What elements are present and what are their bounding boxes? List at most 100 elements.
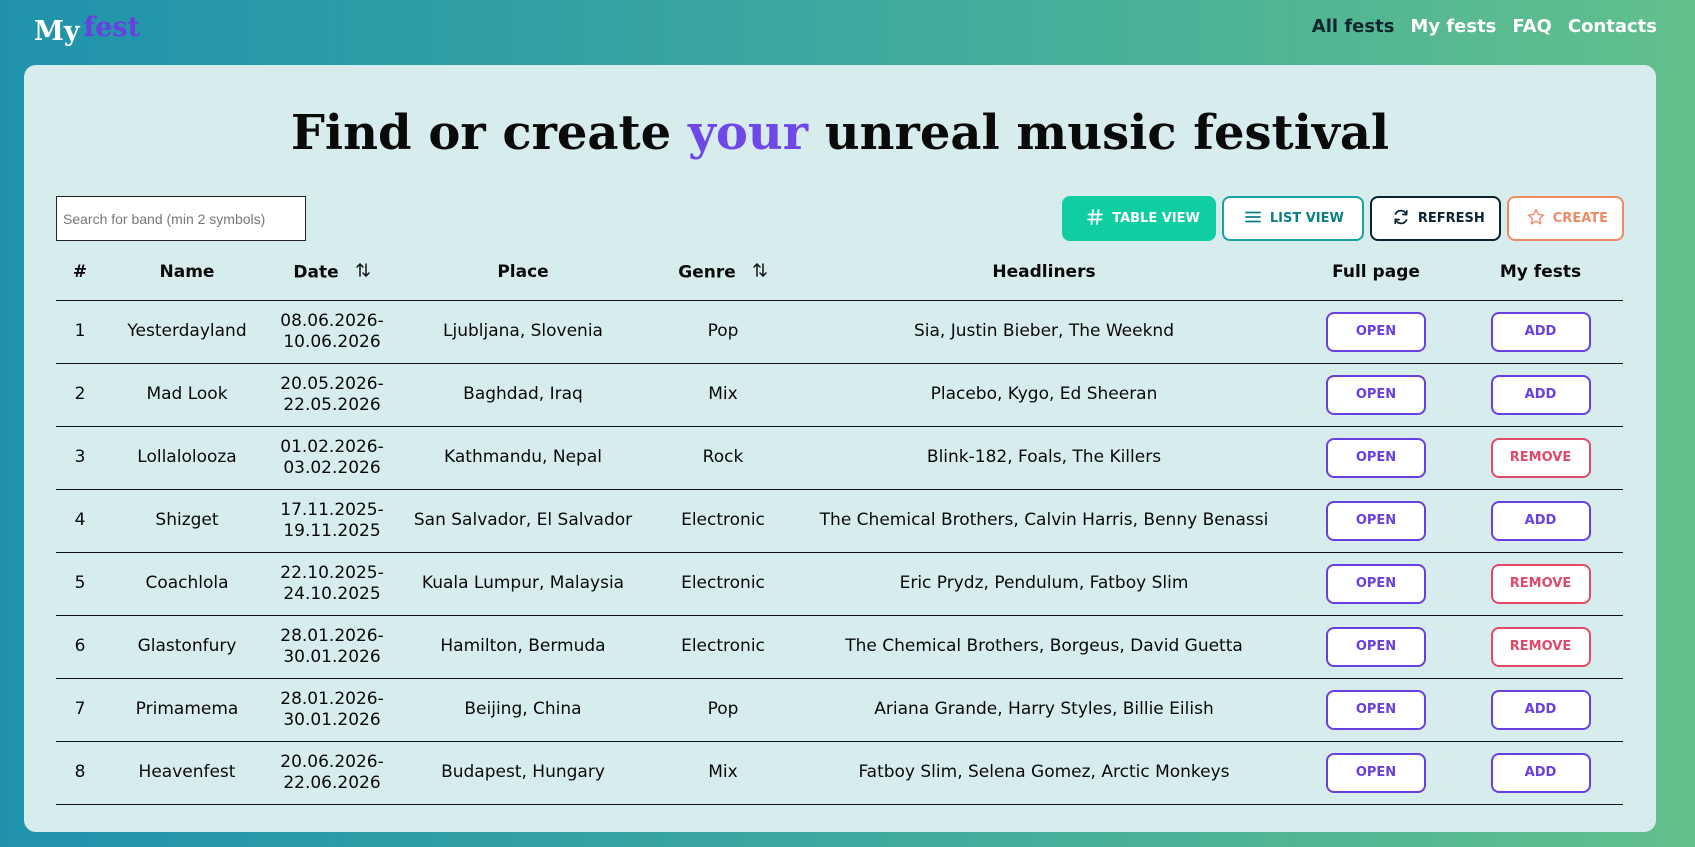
my-fests-cell: ADD	[1458, 489, 1623, 553]
header-place: Place	[394, 245, 652, 301]
nav-all-fests[interactable]: All fests	[1312, 16, 1395, 37]
header-name: Name	[104, 245, 270, 301]
nav-contacts[interactable]: Contacts	[1568, 16, 1657, 37]
logo[interactable]: My fest	[34, 12, 140, 47]
row-number: 1	[56, 300, 104, 364]
date-end: 19.11.2025	[283, 520, 381, 541]
sort-icon[interactable]	[355, 262, 371, 283]
fest-name: Glastonfury	[104, 615, 270, 679]
table-row: 2 Mad Look 20.05.2026- 22.05.2026 Baghdad…	[56, 363, 1623, 427]
full-page-cell: OPEN	[1294, 300, 1458, 364]
table-row: 5 Coachlola 22.10.2025- 24.10.2025 Kuala …	[56, 552, 1623, 616]
fest-place: Hamilton, Bermuda	[394, 615, 652, 679]
festivals-table: # Name Date Place Genre Headliners Full …	[56, 245, 1623, 805]
remove-button[interactable]: REMOVE	[1490, 626, 1591, 667]
list-view-label: LIST VIEW	[1269, 211, 1344, 226]
table-row: 8 Heavenfest 20.06.2026- 22.06.2026 Budap…	[56, 741, 1623, 805]
add-button[interactable]: ADD	[1490, 374, 1591, 415]
fest-place: Baghdad, Iraq	[394, 363, 652, 427]
full-page-cell: OPEN	[1294, 615, 1458, 679]
fest-headliners: Fatboy Slim, Selena Gomez, Arctic Monkey…	[794, 741, 1294, 805]
fest-headliners: The Chemical Brothers, Borgeus, David Gu…	[794, 615, 1294, 679]
open-button[interactable]: OPEN	[1326, 374, 1426, 415]
my-fests-cell: ADD	[1458, 741, 1623, 805]
open-button[interactable]: OPEN	[1326, 626, 1426, 667]
open-button[interactable]: OPEN	[1326, 689, 1426, 730]
date-start: 22.10.2025-	[280, 562, 384, 583]
header-date-label: Date	[293, 262, 339, 283]
my-fests-cell: ADD	[1458, 363, 1623, 427]
fest-name: Primamema	[104, 678, 270, 742]
open-button[interactable]: OPEN	[1326, 311, 1426, 352]
list-view-button[interactable]: LIST VIEW	[1221, 196, 1364, 241]
header-date[interactable]: Date	[270, 245, 394, 301]
full-page-cell: OPEN	[1294, 426, 1458, 490]
open-button[interactable]: OPEN	[1326, 752, 1426, 793]
hash-icon	[1086, 208, 1104, 230]
table-row: 1 Yesterdayland 08.06.2026- 10.06.2026 Lj…	[56, 300, 1623, 364]
fest-headliners: Eric Prydz, Pendulum, Fatboy Slim	[794, 552, 1294, 616]
header-genre[interactable]: Genre	[652, 245, 794, 301]
full-page-cell: OPEN	[1294, 363, 1458, 427]
add-button[interactable]: ADD	[1490, 752, 1591, 793]
fest-genre: Pop	[652, 300, 794, 364]
add-button[interactable]: ADD	[1490, 311, 1591, 352]
header-genre-label: Genre	[678, 262, 736, 283]
row-number: 6	[56, 615, 104, 679]
row-number: 5	[56, 552, 104, 616]
my-fests-cell: ADD	[1458, 300, 1623, 364]
fest-date: 22.10.2025- 24.10.2025	[270, 552, 394, 616]
date-start: 01.02.2026-	[280, 436, 384, 457]
add-button[interactable]: ADD	[1490, 689, 1591, 730]
full-page-cell: OPEN	[1294, 552, 1458, 616]
open-button[interactable]: OPEN	[1326, 563, 1426, 604]
row-number: 8	[56, 741, 104, 805]
header-number: #	[56, 245, 104, 301]
table-row: 3 Lollalolooza 01.02.2026- 03.02.2026 Kat…	[56, 426, 1623, 490]
open-button[interactable]: OPEN	[1326, 437, 1426, 478]
header-full-page: Full page	[1294, 245, 1458, 301]
full-page-cell: OPEN	[1294, 489, 1458, 553]
date-start: 20.06.2026-	[280, 751, 384, 772]
nav-my-fests[interactable]: My fests	[1410, 16, 1496, 37]
table-row: 6 Glastonfury 28.01.2026- 30.01.2026 Hami…	[56, 615, 1623, 679]
fest-genre: Electronic	[652, 552, 794, 616]
table-view-button[interactable]: TABLE VIEW	[1062, 196, 1216, 241]
date-end: 22.06.2026	[283, 772, 381, 793]
create-button[interactable]: CREATE	[1506, 196, 1624, 241]
fest-name: Mad Look	[104, 363, 270, 427]
table-view-label: TABLE VIEW	[1112, 211, 1200, 226]
row-number: 3	[56, 426, 104, 490]
fest-name: Yesterdayland	[104, 300, 270, 364]
sort-icon[interactable]	[752, 262, 768, 283]
add-button[interactable]: ADD	[1490, 500, 1591, 541]
fest-date: 08.06.2026- 10.06.2026	[270, 300, 394, 364]
fest-date: 17.11.2025- 19.11.2025	[270, 489, 394, 553]
list-icon	[1244, 208, 1262, 230]
open-button[interactable]: OPEN	[1326, 500, 1426, 541]
remove-button[interactable]: REMOVE	[1490, 563, 1591, 604]
search-input[interactable]	[56, 196, 306, 241]
create-label: CREATE	[1552, 211, 1608, 226]
fest-place: Kathmandu, Nepal	[394, 426, 652, 490]
fest-name: Coachlola	[104, 552, 270, 616]
view-toolbar: TABLE VIEW LIST VIEW REFRESH CREATE	[1062, 196, 1624, 241]
refresh-button[interactable]: REFRESH	[1369, 196, 1501, 241]
date-end: 24.10.2025	[283, 583, 381, 604]
full-page-cell: OPEN	[1294, 678, 1458, 742]
date-start: 20.05.2026-	[280, 373, 384, 394]
fest-name: Heavenfest	[104, 741, 270, 805]
top-nav: All fests My fests FAQ Contacts	[1312, 16, 1657, 37]
my-fests-cell: REMOVE	[1458, 552, 1623, 616]
date-end: 30.01.2026	[283, 646, 381, 667]
date-end: 03.02.2026	[283, 457, 381, 478]
refresh-label: REFRESH	[1417, 211, 1485, 226]
table-row: 7 Primamema 28.01.2026- 30.01.2026 Beijin…	[56, 678, 1623, 742]
nav-faq[interactable]: FAQ	[1512, 16, 1551, 37]
header-my-fests: My fests	[1458, 245, 1623, 301]
my-fests-cell: ADD	[1458, 678, 1623, 742]
header-headliners: Headliners	[794, 245, 1294, 301]
remove-button[interactable]: REMOVE	[1490, 437, 1591, 478]
fest-genre: Mix	[652, 363, 794, 427]
headline-after: unreal music festival	[824, 105, 1390, 161]
